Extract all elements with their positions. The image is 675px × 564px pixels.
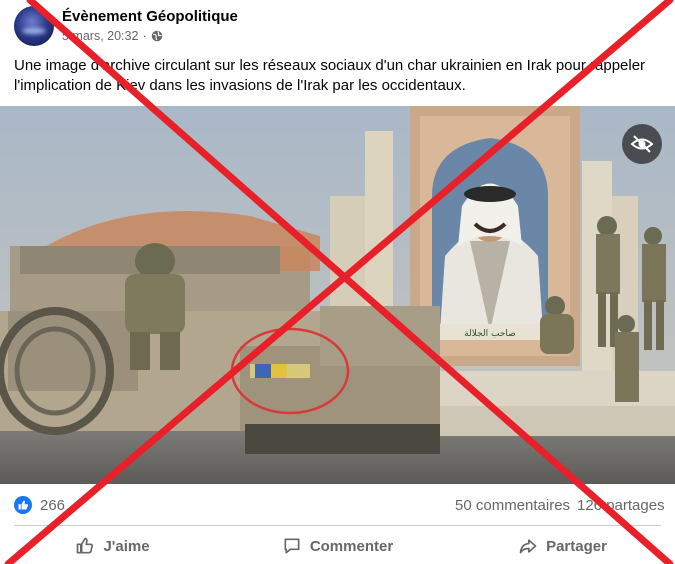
eye-slash-button[interactable] xyxy=(622,124,662,164)
thumbs-up-icon xyxy=(77,537,94,554)
post-timestamp[interactable]: 5 mars, 20:32 xyxy=(62,29,138,43)
reactions-bar: 266 50 commentaires 126 partages xyxy=(0,490,675,520)
avatar[interactable] xyxy=(14,6,54,46)
comment-label: Commenter xyxy=(309,537,394,555)
share-button[interactable]: Partager xyxy=(450,528,675,564)
globe-icon xyxy=(151,30,162,42)
meta-separator: · xyxy=(142,29,147,43)
share-count[interactable]: 126 partages xyxy=(577,497,665,514)
post-text: Une image d'archive circulant sur les ré… xyxy=(14,57,646,94)
comment-count[interactable]: 50 commentaires xyxy=(455,497,570,514)
post-image[interactable]: صاحب الجلالة xyxy=(0,106,675,484)
portrait-caption: صاحب الجلالة xyxy=(464,329,516,339)
post-header: Évènement Géopolitique 5 mars, 20:32 · xyxy=(0,0,675,50)
comment-icon xyxy=(284,538,300,554)
like-label: J'aime xyxy=(103,537,150,555)
page-name[interactable]: Évènement Géopolitique xyxy=(62,8,238,25)
share-label: Partager xyxy=(546,537,607,555)
share-icon xyxy=(519,539,537,554)
action-bar: J'aime Commenter Partager xyxy=(0,528,675,564)
reaction-count[interactable]: 266 xyxy=(40,497,65,514)
comment-button[interactable]: Commenter xyxy=(225,528,450,564)
post-meta: 5 mars, 20:32 · xyxy=(62,29,163,43)
like-reaction-icon[interactable] xyxy=(14,496,32,514)
divider xyxy=(14,525,661,526)
portrait: صاحب الجلالة xyxy=(432,138,548,340)
eye-slash-icon xyxy=(630,135,654,153)
like-button[interactable]: J'aime xyxy=(0,528,225,564)
